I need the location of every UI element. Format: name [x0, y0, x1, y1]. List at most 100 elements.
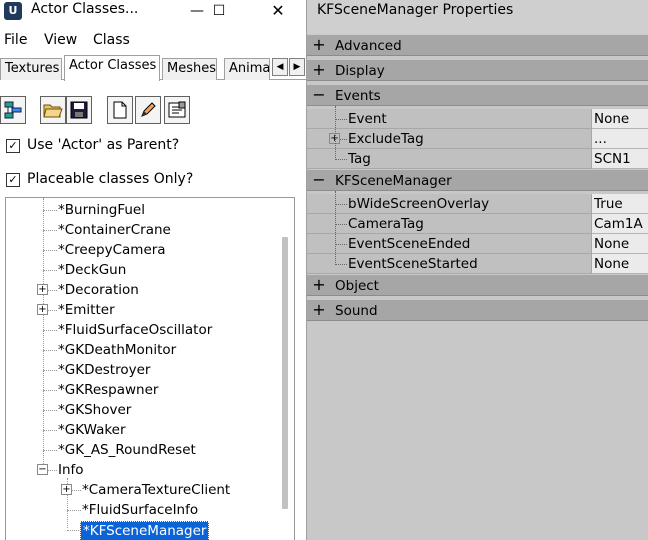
- expand-icon[interactable]: +: [312, 36, 326, 54]
- tree-item[interactable]: + *Decoration: [6, 280, 286, 300]
- save-disk-icon[interactable]: [66, 96, 92, 124]
- tree-item-label: *GKDestroyer: [58, 362, 151, 378]
- collapse-icon[interactable]: −: [312, 86, 326, 104]
- tree-item[interactable]: *GKShover: [6, 400, 286, 420]
- property-name-cell: EventSceneEnded: [307, 234, 592, 254]
- placeable-only-label: Placeable classes Only?: [27, 171, 194, 187]
- category-advanced[interactable]: + Advanced: [307, 34, 648, 56]
- new-document-icon[interactable]: [107, 96, 133, 124]
- property-value-cell[interactable]: True: [592, 194, 648, 214]
- menu-view[interactable]: View: [44, 32, 77, 48]
- tree-branch-line: [43, 430, 57, 431]
- collapse-icon[interactable]: −: [312, 171, 326, 189]
- property-row[interactable]: Event None: [307, 109, 648, 129]
- tab-textures[interactable]: Textures: [0, 58, 62, 80]
- property-name-cell: Event: [307, 109, 592, 129]
- expand-icon[interactable]: +: [312, 276, 326, 294]
- tree-item[interactable]: *GKRespawner: [6, 380, 286, 400]
- open-folder-icon[interactable]: [40, 96, 66, 124]
- tree-item[interactable]: *KFSceneManager: [6, 520, 286, 540]
- properties-grid: + Advanced + Display − Events Event None + Exclud…: [307, 34, 648, 540]
- expand-icon[interactable]: +: [37, 284, 48, 295]
- property-row[interactable]: + ExcludeTag...: [307, 129, 648, 149]
- tree-item[interactable]: *CreepyCamera: [6, 240, 286, 260]
- tree-branch-line: [43, 330, 57, 331]
- tree-item[interactable]: + *Emitter: [6, 300, 286, 320]
- tree-item[interactable]: + *CameraTextureClient: [6, 480, 286, 500]
- property-value-cell[interactable]: ...: [592, 129, 648, 149]
- expand-icon[interactable]: +: [61, 484, 72, 495]
- tree-branch-line: [43, 230, 57, 231]
- tree-item-label: *BurningFuel: [58, 202, 145, 218]
- tab-scroll-right-icon[interactable]: ▶: [289, 58, 305, 76]
- use-actor-parent-checkbox[interactable]: ✓: [6, 139, 20, 153]
- property-value-cell[interactable]: None: [592, 234, 648, 254]
- expand-icon[interactable]: +: [37, 304, 48, 315]
- class-tree[interactable]: *BurningFuel *ContainerCrane *CreepyCamera…: [5, 197, 295, 540]
- close-button[interactable]: ✕: [257, 0, 299, 22]
- property-row[interactable]: bWideScreenOverlay True: [307, 194, 648, 214]
- property-row[interactable]: Tag SCN1: [307, 149, 648, 169]
- tree-branch-line: [43, 450, 57, 451]
- tree-branch-line: [43, 270, 57, 271]
- menu-file[interactable]: File: [4, 32, 27, 48]
- placeable-only-checkbox[interactable]: ✓: [6, 173, 20, 187]
- tab-scroll-left-icon[interactable]: ◀: [272, 58, 288, 76]
- window-title: Actor Classes...: [31, 1, 139, 17]
- tree-item[interactable]: *GKWaker: [6, 420, 286, 440]
- tree-item[interactable]: *GKDeathMonitor: [6, 340, 286, 360]
- property-row[interactable]: EventSceneStarted None: [307, 254, 648, 274]
- tab-meshes[interactable]: Meshes: [162, 58, 217, 80]
- expand-icon[interactable]: +: [312, 301, 326, 319]
- property-value-cell[interactable]: SCN1: [592, 149, 648, 169]
- tree-item[interactable]: *ContainerCrane: [6, 220, 286, 240]
- property-row[interactable]: EventSceneEnded None: [307, 234, 648, 254]
- category-display[interactable]: + Display: [307, 59, 648, 81]
- tab-animations[interactable]: Animat: [224, 58, 270, 80]
- property-value-cell[interactable]: None: [592, 109, 648, 129]
- property-row[interactable]: CameraTag Cam1A: [307, 214, 648, 234]
- property-value: True: [594, 196, 623, 212]
- tree-item-label: *GK_AS_RoundReset: [58, 442, 196, 458]
- tree-item-label: *ContainerCrane: [58, 222, 171, 238]
- tab-actor-classes[interactable]: Actor Classes: [64, 55, 160, 81]
- expand-icon[interactable]: +: [312, 61, 326, 79]
- tree-branch-line: [67, 510, 81, 511]
- placeable-only-option[interactable]: ✓ Placeable classes Only?: [0, 170, 306, 190]
- maximize-button[interactable]: ☐: [198, 0, 240, 22]
- tree-item[interactable]: *GK_AS_RoundReset: [6, 440, 286, 460]
- tree-item[interactable]: *BurningFuel: [6, 200, 286, 220]
- property-value: SCN1: [594, 151, 631, 167]
- tab-strip: Textures Actor Classes Meshes Animat ◀ ▶: [0, 55, 306, 81]
- category-label: Display: [335, 63, 385, 79]
- category-kfscenemanager[interactable]: − KFSceneManager: [307, 169, 648, 191]
- use-actor-parent-option[interactable]: ✓ Use 'Actor' as Parent?: [0, 136, 306, 156]
- properties-icon[interactable]: [164, 96, 190, 124]
- pencil-icon[interactable]: [135, 96, 161, 124]
- property-value-cell[interactable]: Cam1A: [592, 214, 648, 234]
- tree-item[interactable]: *FluidSurfaceInfo: [6, 500, 286, 520]
- tree-item-label: *CreepyCamera: [58, 242, 166, 258]
- category-sound[interactable]: + Sound: [307, 299, 648, 321]
- category-label: Events: [335, 88, 381, 104]
- property-branch-line: [335, 224, 347, 225]
- property-value-cell[interactable]: None: [592, 254, 648, 274]
- property-name-cell: EventSceneStarted: [307, 254, 592, 274]
- tree-scrollbar[interactable]: [282, 237, 288, 509]
- tree-item[interactable]: − Info: [6, 460, 286, 480]
- tree-item-label: Info: [58, 462, 84, 478]
- tree-item[interactable]: *GKDestroyer: [6, 360, 286, 380]
- menu-class[interactable]: Class: [93, 32, 130, 48]
- tree-branch-line: [43, 350, 57, 351]
- category-events[interactable]: − Events: [307, 84, 648, 106]
- property-branch-line: [335, 159, 347, 160]
- tree-item[interactable]: *FluidSurfaceOscillator: [6, 320, 286, 340]
- collapse-icon[interactable]: −: [37, 464, 48, 475]
- class-tree-icon[interactable]: [0, 96, 26, 124]
- title-bar[interactable]: U Actor Classes... — ☐ ✕: [0, 0, 306, 22]
- property-name-cell: + ExcludeTag: [307, 129, 592, 149]
- category-object[interactable]: + Object: [307, 274, 648, 296]
- tree-item[interactable]: *DeckGun: [6, 260, 286, 280]
- tree-item-label: *Decoration: [58, 282, 139, 298]
- property-name: EventSceneStarted: [348, 256, 478, 272]
